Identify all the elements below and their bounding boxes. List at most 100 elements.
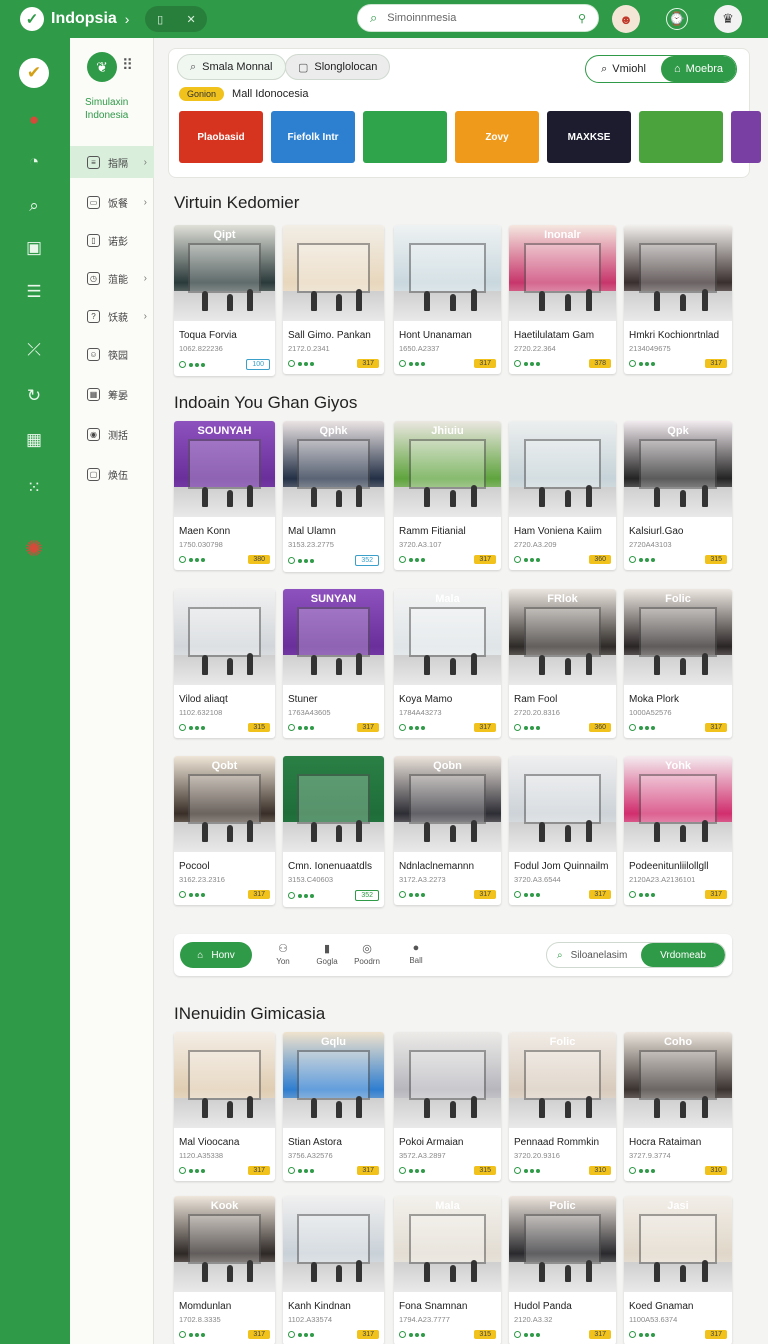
brand-tile[interactable]: [731, 111, 761, 163]
nav-item[interactable]: ▮ Gogla: [310, 942, 344, 966]
sidebar-item[interactable]: ◉ 测括: [70, 418, 154, 450]
store-card[interactable]: Sall Gimo. Pankan 2172.0.2341 317: [283, 225, 384, 374]
checkmark-logo-icon[interactable]: ✔: [19, 58, 49, 88]
filter-button-2[interactable]: ▢ Slonglolocan: [285, 54, 391, 80]
price-badge[interactable]: 380: [248, 555, 270, 564]
nav-search-button[interactable]: Vrdomeab: [641, 943, 725, 967]
brand-tile[interactable]: [639, 111, 723, 163]
store-card[interactable]: Qpk Kalsiurl.Gao 2720A43103 315: [624, 421, 732, 570]
store-card[interactable]: Qipt Toqua Forvia 1062.822236 100: [174, 225, 275, 376]
store-card[interactable]: Ham Voniena Kaiim 2720.A3.209 360: [509, 421, 616, 570]
store-card[interactable]: Fodul Jom Quinnailm 3720.A3.6544 317: [509, 756, 616, 905]
store-card[interactable]: Hont Unanaman 1650.A2337 317: [394, 225, 501, 374]
toggle-option-left[interactable]: ⌕ Vmiohl: [586, 56, 661, 82]
store-card[interactable]: Hmkri Kochionrtnlad 2134049675 317: [624, 225, 732, 374]
refresh-icon[interactable]: ↻: [22, 384, 46, 408]
price-badge[interactable]: 315: [705, 555, 727, 564]
price-badge[interactable]: 360: [589, 555, 611, 564]
price-badge[interactable]: 378: [589, 359, 611, 368]
store-card[interactable]: Yohk Podeenitunliilollgll 2120A23.A2136101…: [624, 756, 732, 905]
price-badge[interactable]: 100: [246, 359, 270, 370]
price-badge[interactable]: 317: [474, 723, 496, 732]
grid-icon[interactable]: ⁙: [22, 476, 46, 500]
bookmark-icon[interactable]: ▣: [22, 236, 46, 260]
apps-grid-icon[interactable]: ⠿: [122, 56, 133, 74]
price-badge[interactable]: 317: [474, 555, 496, 564]
store-card[interactable]: Mala Fona Snamnan 1794.A23.7777 315: [394, 1196, 501, 1344]
mascot-icon[interactable]: ✺: [17, 534, 51, 564]
sidebar-item[interactable]: ▭ 饭餐 ›: [70, 186, 154, 218]
price-badge[interactable]: 317: [705, 1330, 727, 1339]
timer-icon[interactable]: ◔: [22, 150, 46, 174]
store-card[interactable]: Jasi Koed Gnaman 1100A53.6374 317: [624, 1196, 732, 1344]
store-card[interactable]: Polic Hudol Panda 2120.A3.32 317: [509, 1196, 616, 1344]
price-badge[interactable]: 317: [357, 723, 379, 732]
price-badge[interactable]: 317: [357, 1166, 379, 1175]
home-button[interactable]: ⌂ Honv: [180, 942, 252, 968]
filter-button-1[interactable]: ⌕ Smala Monnal: [177, 54, 286, 80]
sidebar-item[interactable]: ◷ 菹能 ›: [70, 262, 154, 294]
store-card[interactable]: FRlok Ram Fool 2720.20.8316 360: [509, 589, 616, 738]
store-card[interactable]: Mala Koya Mamo 1784A43273 317: [394, 589, 501, 738]
store-card[interactable]: Coho Hocra Rataiman 3727.9.3774 310: [624, 1032, 732, 1181]
store-card[interactable]: Mal Vioocana 1120.A35338 317: [174, 1032, 275, 1181]
close-icon[interactable]: ✕: [187, 13, 196, 26]
price-badge[interactable]: 317: [248, 1166, 270, 1175]
price-badge[interactable]: 317: [705, 359, 727, 368]
price-badge[interactable]: 310: [589, 1166, 611, 1175]
sidebar-item[interactable]: ▯ 诺彭: [70, 224, 154, 256]
brand-tile[interactable]: Fiefolk Intr: [271, 111, 355, 163]
price-badge[interactable]: 317: [357, 1330, 379, 1339]
nav-item[interactable]: ⚇ Yon: [266, 942, 300, 966]
price-badge[interactable]: 317: [248, 1330, 270, 1339]
price-badge[interactable]: 315: [474, 1166, 496, 1175]
category-tag[interactable]: Gonion: [179, 87, 225, 101]
price-badge[interactable]: 315: [474, 1330, 496, 1339]
mascot-avatar-icon[interactable]: ☻: [612, 5, 640, 33]
toggle-option-right[interactable]: ⌂ Moebra: [661, 56, 736, 82]
brand-tile[interactable]: Plaobasid: [179, 111, 263, 163]
price-badge[interactable]: 317: [474, 359, 496, 368]
sidebar-item[interactable]: ☺ 筷园: [70, 338, 154, 370]
price-badge[interactable]: 360: [589, 723, 611, 732]
search-icon[interactable]: ⌕: [22, 194, 46, 218]
store-card[interactable]: Kook Momdunlan 1702.8.3335 317: [174, 1196, 275, 1344]
sidebar-item[interactable]: ? 饫藐 ›: [70, 300, 154, 332]
menu-icon[interactable]: ☰: [22, 280, 46, 304]
store-card[interactable]: SUNYAN Stuner 1763A43605 317: [283, 589, 384, 738]
nav-item[interactable]: ◎ Poodrn: [350, 942, 384, 966]
store-card[interactable]: Qobt Pocool 3162.23.2316 317: [174, 756, 275, 905]
store-card[interactable]: Qphk Mal Ulamn 3153.23.2775 352: [283, 421, 384, 572]
wallet-icon[interactable]: ▯: [157, 13, 163, 26]
price-badge[interactable]: 317: [589, 890, 611, 899]
app-logo[interactable]: ✓ Indopsia: [20, 7, 117, 31]
brand-tile[interactable]: [363, 111, 447, 163]
price-badge[interactable]: 310: [705, 1166, 727, 1175]
mic-icon[interactable]: ⚲: [578, 12, 586, 25]
leaf-logo-icon[interactable]: ❦: [87, 52, 117, 82]
chevron-right-icon[interactable]: ›: [125, 11, 130, 27]
store-card[interactable]: SOUNYAH Maen Konn 1750.030798 380: [174, 421, 275, 570]
sidebar-item[interactable]: ▦ 筹晏: [70, 378, 154, 410]
timer-icon[interactable]: ⌚: [666, 8, 688, 30]
price-badge[interactable]: 317: [705, 890, 727, 899]
store-card[interactable]: Cmn. Ionenuaatdls 3153.C40603 352: [283, 756, 384, 907]
calendar-icon[interactable]: ▦: [22, 428, 46, 452]
price-badge[interactable]: 317: [357, 359, 379, 368]
brand-tile[interactable]: MAXKSE: [547, 111, 631, 163]
crossed-icon[interactable]: ⤫: [22, 338, 46, 362]
sidebar-item[interactable]: ≡ 指隔 ›: [70, 146, 154, 178]
price-badge[interactable]: 352: [355, 890, 379, 901]
user-avatar[interactable]: ♛: [714, 5, 742, 33]
store-card[interactable]: Folic Moka Plork 1000A52576 317: [624, 589, 732, 738]
price-badge[interactable]: 317: [705, 723, 727, 732]
store-card[interactable]: Jhiuiu Ramm Fitianial 3720.A3.107 317: [394, 421, 501, 570]
store-card[interactable]: Kanh Kindnan 1102.A33574 317: [283, 1196, 384, 1344]
view-toggle[interactable]: ⌕ Vmiohl ⌂ Moebra: [585, 55, 737, 83]
store-card[interactable]: Pokoi Armaian 3572.A3.2897 315: [394, 1032, 501, 1181]
top-search-input[interactable]: ⌕ Simoinnmesia ⚲: [357, 4, 599, 32]
brand-tile[interactable]: Zovy: [455, 111, 539, 163]
price-badge[interactable]: 317: [589, 1330, 611, 1339]
nav-search[interactable]: ⌕ Siloanelasim Vrdomeab: [546, 942, 726, 968]
price-badge[interactable]: 315: [248, 723, 270, 732]
